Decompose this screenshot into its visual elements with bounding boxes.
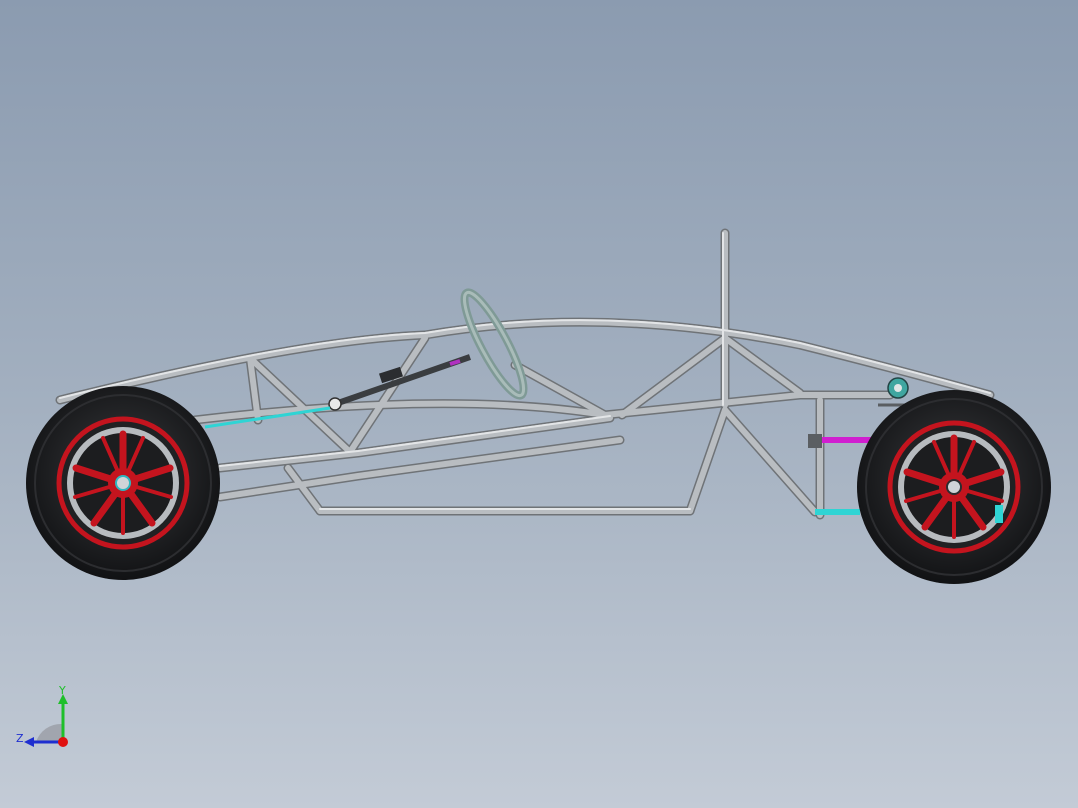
graphics-viewport[interactable]: Y Z	[0, 0, 1078, 808]
steering-wheel-icon	[460, 288, 528, 400]
rear-wheel	[857, 390, 1051, 584]
orientation-triad: Y Z	[16, 684, 68, 747]
front-wheel	[26, 386, 220, 580]
car-chassis-model[interactable]	[0, 0, 1078, 808]
steering-assembly	[328, 288, 528, 411]
y-axis-label: Y	[58, 684, 66, 697]
z-axis-label: Z	[16, 732, 24, 745]
x-axis-icon	[58, 737, 68, 747]
